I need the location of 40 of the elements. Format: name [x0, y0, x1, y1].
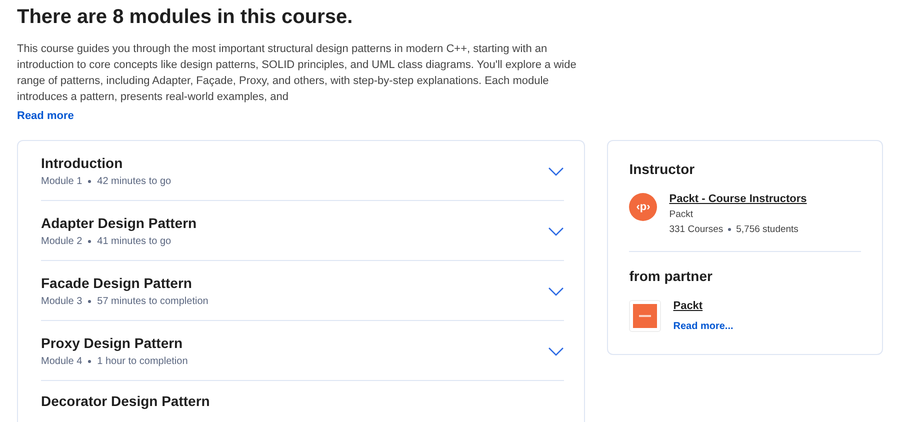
module-row[interactable]: Introduction Module 1 42 minutes to go — [41, 141, 564, 201]
module-duration: 57 minutes to completion — [97, 296, 208, 307]
instructor-logo: ‹p› — [629, 193, 658, 221]
module-title: Proxy Design Pattern — [41, 335, 184, 351]
module-row[interactable]: Proxy Design Pattern Module 4 1 hour to completion — [41, 321, 564, 381]
course-count: 331 Courses — [669, 224, 724, 235]
module-number: Module 1 — [41, 176, 82, 187]
section-heading: There are 8 modules in this course. — [17, 6, 354, 29]
chevron-icon[interactable] — [548, 346, 564, 356]
module-duration: 1 hour to completion — [97, 356, 188, 367]
module-title: Facade Design Pattern — [41, 275, 193, 291]
partner-name-link[interactable]: Packt — [673, 300, 734, 312]
module-row[interactable]: Decorator Design Pattern — [41, 381, 564, 422]
bullet-icon — [88, 360, 92, 363]
chevron-icon[interactable] — [548, 286, 564, 296]
partner-read-more-link[interactable]: Read more... — [673, 321, 734, 332]
module-number: Module 2 — [41, 236, 82, 247]
read-more-link[interactable]: Read more — [17, 110, 74, 122]
partner-logo-icon — [633, 304, 658, 328]
course-description: This course guides you through the most important structural design patterns in modern C++, starting with an introduction to core concepts like design patterns, SOLID principles, and UML class diagrams. You'll explore a wide range of patterns, including Adapter, Façade, Proxy, and others, with step-by-step explanations. Each module introduces a pattern, presents real-world examples, and — [17, 42, 578, 105]
chevron-icon[interactable] — [548, 166, 564, 176]
module-row[interactable]: Facade Design Pattern Module 3 57 minutes to completion — [41, 261, 564, 321]
module-number: Module 4 — [41, 356, 82, 367]
module-duration: 41 minutes to go — [97, 236, 172, 247]
module-row[interactable]: Adapter Design Pattern Module 2 41 minutes to go — [41, 201, 564, 261]
instructor-org: Packt — [669, 209, 694, 220]
bullet-icon — [88, 180, 92, 183]
bullet-icon — [728, 228, 732, 231]
instructor-name-link[interactable]: Packt - Course Instructors — [669, 193, 807, 205]
module-duration: 42 minutes to go — [97, 176, 172, 187]
student-count: 5,756 students — [736, 224, 798, 235]
instructor-heading: Instructor — [629, 161, 696, 177]
partner-heading: from partner — [629, 268, 714, 284]
module-title: Adapter Design Pattern — [41, 215, 197, 231]
module-title: Introduction — [41, 155, 124, 171]
chevron-icon[interactable] — [548, 226, 564, 236]
bullet-icon — [88, 240, 92, 243]
module-title: Decorator Design Pattern — [41, 393, 210, 409]
module-number: Module 3 — [41, 296, 82, 307]
bullet-icon — [88, 300, 92, 303]
